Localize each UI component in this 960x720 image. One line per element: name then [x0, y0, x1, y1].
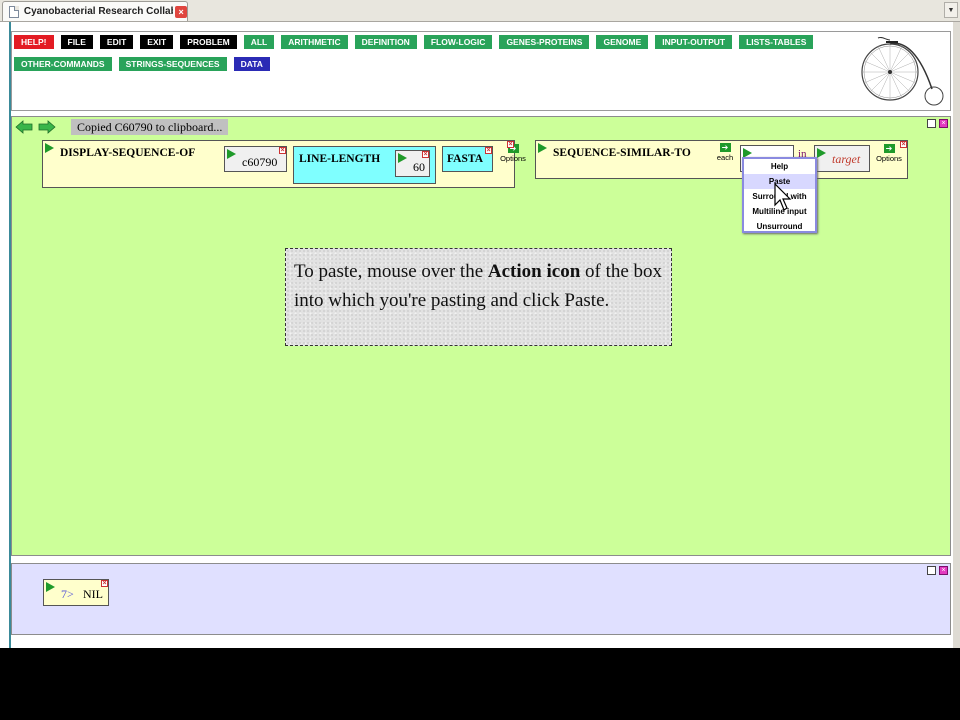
argument-value: c60790	[242, 155, 278, 169]
menu-item-unsurround[interactable]: Unsurround	[744, 219, 815, 234]
menu-button-edit[interactable]: EDIT	[99, 35, 134, 49]
menu-button-genes-proteins[interactable]: GENES-PROTEINS	[499, 35, 590, 49]
flag-close-icon[interactable]: ×	[485, 147, 492, 154]
line-length-value: 60	[413, 160, 425, 174]
slot-action-icon[interactable]	[398, 153, 407, 163]
options-arrow-icon: ➔	[883, 144, 895, 153]
menu-button-lists-tables[interactable]: LISTS-TABLES	[739, 35, 814, 49]
result-box[interactable]: × 7> NIL	[43, 579, 109, 606]
toolbar-row-1: HELP! FILE EDIT EXIT PROBLEM ALL ARITHMETIC DEF…	[14, 35, 814, 49]
options-label: Options	[500, 154, 526, 163]
tooltip-emphasis: Action icon	[487, 261, 581, 282]
menu-button-other-commands[interactable]: OTHER-COMMANDS	[14, 57, 112, 71]
slot-close-icon[interactable]: ×	[279, 147, 286, 154]
menu-button-data[interactable]: DATA	[233, 57, 270, 71]
slot-close-icon[interactable]: ×	[422, 151, 429, 158]
page-icon	[9, 5, 19, 18]
toolbar-panel: HELP! FILE EDIT EXIT PROBLEM ALL ARITHMETIC DEF…	[11, 31, 951, 111]
menu-button-problem[interactable]: PROBLEM	[180, 35, 237, 49]
result-value: NIL	[83, 587, 103, 601]
menu-button-strings-sequences[interactable]: STRINGS-SEQUENCES	[118, 57, 227, 71]
each-label: each	[716, 153, 734, 162]
toolbar-row-2: OTHER-COMMANDS STRINGS-SEQUENCES DATA	[14, 57, 270, 71]
options-label: Options	[876, 154, 902, 163]
forward-arrow-icon[interactable]	[38, 120, 56, 134]
argument-slot[interactable]: × c60790	[224, 146, 287, 172]
maximize-icon[interactable]	[927, 119, 936, 128]
action-icon[interactable]	[45, 143, 54, 153]
browser-tab[interactable]: Cyanobacterial Research Collabo... ×	[2, 1, 188, 21]
target-placeholder: target	[832, 152, 861, 166]
tooltip-text-start: To paste, mouse over the	[294, 261, 488, 282]
each-option[interactable]: ➔ each	[714, 143, 736, 162]
target-slot[interactable]: target	[814, 145, 870, 172]
menu-button-genome[interactable]: GENOME	[596, 35, 649, 49]
action-context-menu[interactable]: Help Paste Surround with Multiline input…	[742, 157, 817, 233]
menu-item-help[interactable]: Help	[744, 159, 815, 174]
status-notice: Copied C60790 to clipboard...	[71, 119, 229, 135]
slot-action-icon[interactable]	[817, 148, 826, 158]
screen: Cyanobacterial Research Collabo... × ▼ H…	[0, 0, 960, 720]
line-length-slot[interactable]: × 60	[395, 150, 430, 177]
action-icon[interactable]	[538, 143, 547, 153]
menu-button-arithmetic[interactable]: ARITHMETIC	[281, 35, 348, 49]
sequence-similar-box[interactable]: SEQUENCE-SIMILAR-TO ➔ each in target ➔ O…	[535, 140, 908, 179]
browser-tab-strip: Cyanobacterial Research Collabo... × ▼	[0, 0, 960, 22]
tab-list-menu-icon[interactable]: ▼	[944, 2, 958, 18]
keyword-label: LINE-LENGTH	[299, 153, 381, 165]
menu-button-exit[interactable]: EXIT	[140, 35, 174, 49]
menu-item-paste[interactable]: Paste	[744, 174, 815, 189]
result-close-icon[interactable]: ×	[101, 580, 108, 587]
close-icon[interactable]: ×	[939, 566, 948, 575]
menu-button-input-output[interactable]: INPUT-OUTPUT	[655, 35, 733, 49]
menu-button-help[interactable]: HELP!	[14, 35, 54, 49]
line-length-keyword[interactable]: LINE-LENGTH × 60	[293, 146, 436, 184]
tab-close-icon[interactable]: ×	[175, 5, 187, 18]
fasta-flag[interactable]: × FASTA	[442, 146, 493, 172]
penny-farthing-logo	[861, 36, 944, 106]
flag-label: FASTA	[447, 153, 483, 165]
menu-item-surround-with[interactable]: Surround with	[744, 189, 815, 204]
maximize-icon[interactable]	[927, 566, 936, 575]
page-scrollbar[interactable]	[953, 22, 960, 648]
menu-button-definition[interactable]: DEFINITION	[354, 35, 417, 49]
result-prompt: 7>	[61, 587, 74, 601]
menu-button-file[interactable]: FILE	[60, 35, 93, 49]
slot-action-icon[interactable]	[227, 149, 236, 159]
back-arrow-icon[interactable]	[15, 120, 33, 134]
tab-title: Cyanobacterial Research Collabo...	[23, 6, 173, 17]
menu-item-multiline-input[interactable]: Multiline input	[744, 204, 815, 219]
function-name: DISPLAY-SEQUENCE-OF	[60, 147, 196, 159]
display-sequence-box[interactable]: DISPLAY-SEQUENCE-OF × c60790 LINE-LENGTH…	[42, 140, 526, 188]
results-panel: × × 7> NIL	[11, 563, 951, 635]
function-name: SEQUENCE-SIMILAR-TO	[553, 147, 691, 159]
menu-button-all[interactable]: ALL	[243, 35, 275, 49]
box-close-icon[interactable]: ×	[900, 141, 907, 148]
menu-button-flow-logic[interactable]: FLOW-LOGIC	[423, 35, 493, 49]
result-action-icon[interactable]	[46, 582, 55, 592]
close-icon[interactable]: ×	[939, 119, 948, 128]
box-close-icon[interactable]: ×	[507, 141, 514, 148]
each-arrow-icon: ➔	[719, 143, 731, 152]
instruction-tooltip: To paste, mouse over the Action icon of …	[285, 248, 672, 346]
